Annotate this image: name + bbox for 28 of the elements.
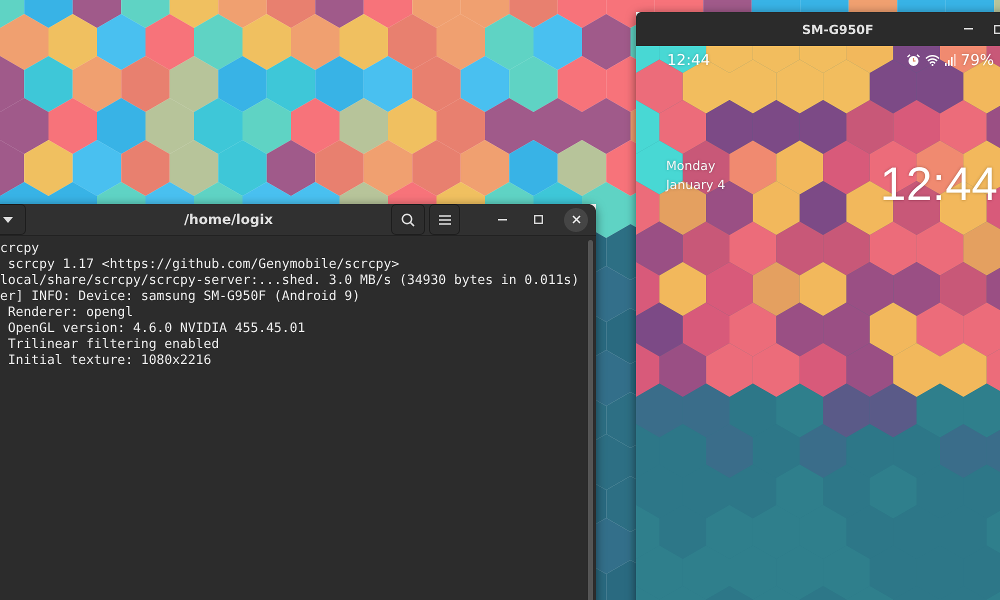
search-button[interactable] (391, 204, 425, 235)
terminal-line: er] INFO: Device: samsung SM-G950F (Android 9) (0, 289, 360, 305)
close-icon (572, 215, 580, 224)
terminal-line: Renderer: opengl (6, 305, 134, 321)
minimize-icon (964, 28, 972, 30)
menu-button[interactable] (429, 204, 460, 235)
terminal-line: local/share/scrcpy/scrcpy-server:...shed. 3.0 MB/s (34930 bytes in 0.011s) (0, 273, 580, 289)
close-button[interactable] (564, 208, 588, 232)
window-title: /home/logix (183, 212, 274, 228)
alarm-icon (906, 54, 920, 66)
signal-icon (944, 54, 956, 66)
wifi-icon (924, 54, 940, 66)
terminal-line: OpenGL version: 4.6.0 NVIDIA 455.45.01 (6, 321, 306, 337)
maximize-icon (534, 215, 542, 224)
terminal-line: crcpy (0, 241, 40, 257)
battery-percent: 79% (960, 51, 994, 69)
terminal-line: scrcpy 1.17 <https://github.com/Genymobile/scrcpy> (6, 257, 400, 273)
window-title: SM-G950F (802, 22, 874, 36)
minimize-icon (498, 218, 506, 220)
scrollbar[interactable] (588, 240, 593, 600)
menu-icon (438, 214, 450, 224)
lock-screen-clock: 12:44 (880, 156, 998, 211)
terminal-line: Initial texture: 1080x2216 (6, 353, 212, 369)
caret-icon (3, 216, 13, 222)
maximize-icon (994, 24, 1000, 34)
search-icon (401, 212, 415, 226)
terminal-line: Trilinear filtering enabled (6, 337, 220, 353)
dropdown-button[interactable] (0, 204, 26, 235)
